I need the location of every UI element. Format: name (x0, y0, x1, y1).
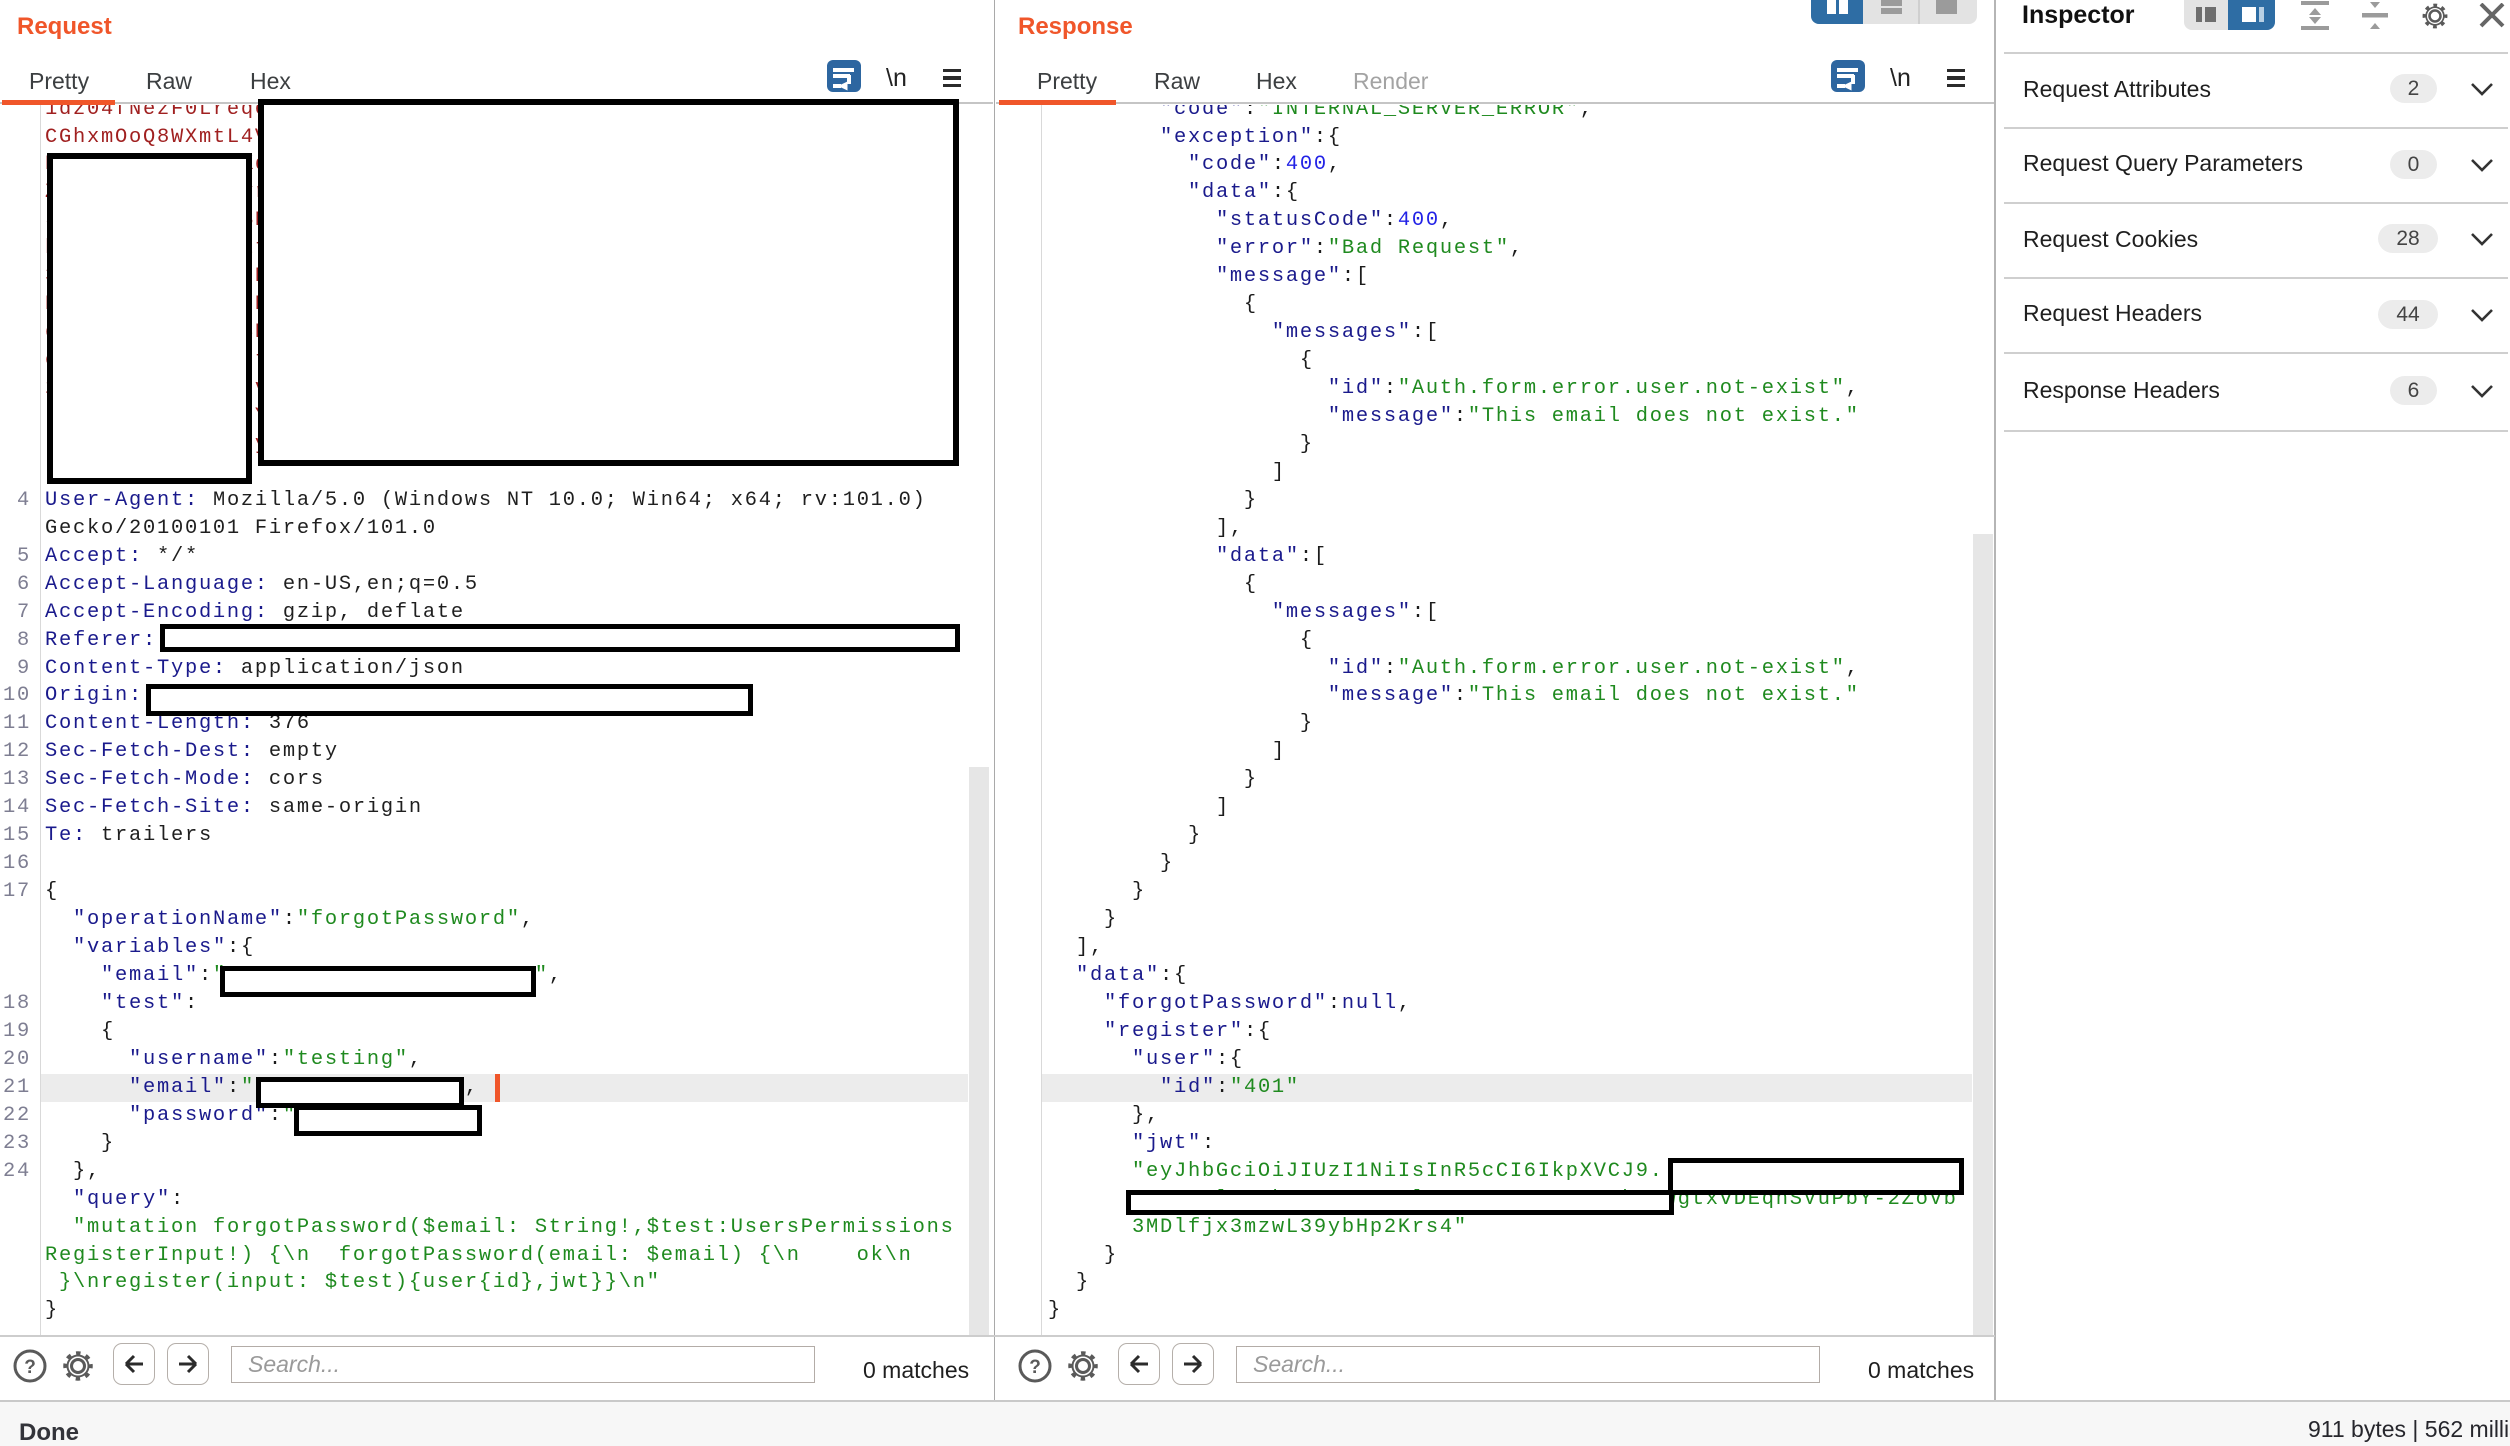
svg-text:?: ? (1029, 1357, 1041, 1378)
svg-text:?: ? (24, 1357, 36, 1378)
